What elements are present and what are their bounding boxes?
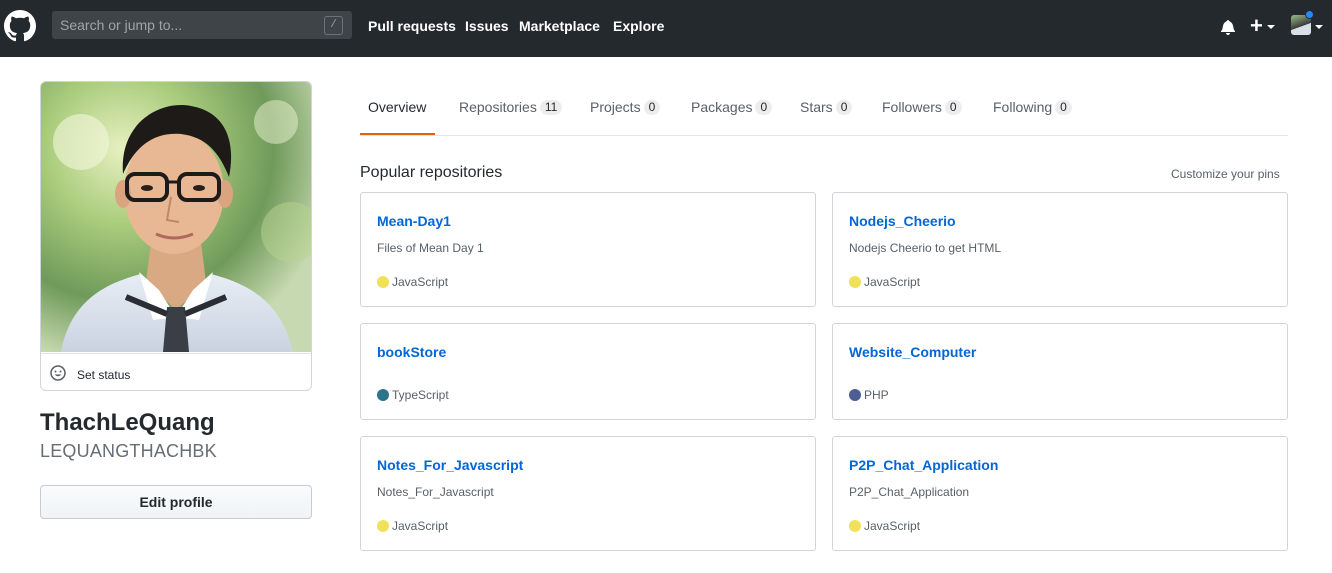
tab-projects[interactable]: Projects 0 xyxy=(582,80,668,135)
repo-card: Notes_For_Javascript Notes_For_Javascrip… xyxy=(360,436,816,551)
top-header: / Pull requests Issues Marketplace Explo… xyxy=(0,0,1332,57)
nav-issues[interactable]: Issues xyxy=(465,18,509,34)
search-input[interactable] xyxy=(52,11,322,39)
profile-avatar-card: Set status xyxy=(40,81,312,391)
tab-label: Followers xyxy=(882,99,942,115)
language-color-dot xyxy=(377,389,389,401)
repo-card: Website_Computer PHP xyxy=(832,323,1288,420)
language-color-dot xyxy=(377,276,389,288)
profile-tabs: Overview Repositories 11 Projects 0 Packag… xyxy=(360,80,1288,136)
repo-description: Files of Mean Day 1 xyxy=(377,241,484,255)
tab-label: Packages xyxy=(691,99,753,115)
profile-fullname: ThachLeQuang xyxy=(40,409,215,436)
tab-packages[interactable]: Packages 0 xyxy=(683,80,780,135)
search-box xyxy=(52,11,352,39)
repo-card: Mean-Day1 Files of Mean Day 1 JavaScript xyxy=(360,192,816,307)
tab-label: Overview xyxy=(368,99,427,115)
language-color-dot xyxy=(849,389,861,401)
tab-counter: 0 xyxy=(835,100,853,115)
repo-description: Notes_For_Javascript xyxy=(377,485,494,499)
search-shortcut-key: / xyxy=(324,16,343,35)
repo-link[interactable]: Website_Computer xyxy=(849,344,976,361)
tab-following[interactable]: Following 0 xyxy=(985,80,1080,135)
repo-language: JavaScript xyxy=(864,275,921,289)
repo-language: TypeScript xyxy=(392,388,449,402)
avatar-caret-icon xyxy=(1315,25,1323,29)
nav-explore[interactable]: Explore xyxy=(613,18,664,34)
profile-username: LEQUANGTHACHBK xyxy=(40,441,217,461)
repo-language: JavaScript xyxy=(864,519,921,533)
repo-description: P2P_Chat_Application xyxy=(849,485,970,499)
create-caret-icon xyxy=(1267,25,1275,29)
repo-language: JavaScript xyxy=(392,275,449,289)
customize-pins-link[interactable]: Customize your pins xyxy=(1171,167,1280,182)
tab-label: Following xyxy=(993,99,1053,115)
tab-counter: 0 xyxy=(944,100,962,115)
tab-counter: 0 xyxy=(755,100,773,115)
set-status-button[interactable]: Set status xyxy=(41,353,311,390)
nav-marketplace[interactable]: Marketplace xyxy=(519,18,600,34)
repo-language: PHP xyxy=(864,388,889,402)
repo-link[interactable]: Notes_For_Javascript xyxy=(377,457,523,474)
notification-dot-icon xyxy=(1305,10,1314,19)
github-logo-icon[interactable] xyxy=(4,10,36,42)
edit-profile-button[interactable]: Edit profile xyxy=(40,485,312,519)
tab-repositories[interactable]: Repositories 11 xyxy=(451,80,570,135)
repo-card: bookStore TypeScript xyxy=(360,323,816,420)
repo-language: JavaScript xyxy=(392,519,449,533)
tab-counter: 0 xyxy=(1055,100,1072,115)
repo-card: Nodejs_Cheerio Nodejs Cheerio to get HTM… xyxy=(832,192,1288,307)
repo-link[interactable]: bookStore xyxy=(377,344,446,361)
repo-link[interactable]: Nodejs_Cheerio xyxy=(849,213,956,230)
language-color-dot xyxy=(377,520,389,532)
tab-followers[interactable]: Followers 0 xyxy=(874,80,970,135)
create-new-button[interactable]: + xyxy=(1250,15,1263,37)
profile-avatar[interactable] xyxy=(41,82,311,352)
tab-counter: 0 xyxy=(643,100,661,115)
language-color-dot xyxy=(849,520,861,532)
popular-repositories-title: Popular repositories xyxy=(360,164,503,181)
language-color-dot xyxy=(849,276,861,288)
tab-label: Stars xyxy=(800,99,833,115)
repo-link[interactable]: Mean-Day1 xyxy=(377,213,451,230)
repo-card: P2P_Chat_Application P2P_Chat_Applicatio… xyxy=(832,436,1288,551)
nav-pull-requests[interactable]: Pull requests xyxy=(368,18,456,34)
tab-stars[interactable]: Stars 0 xyxy=(792,80,860,135)
bell-icon[interactable] xyxy=(1220,19,1236,35)
tab-overview[interactable]: Overview xyxy=(360,80,435,135)
repo-link[interactable]: P2P_Chat_Application xyxy=(849,457,998,474)
tab-label: Projects xyxy=(590,99,641,115)
set-status-label: Set status xyxy=(77,368,131,382)
repo-description: Nodejs Cheerio to get HTML xyxy=(849,241,1002,255)
tab-counter: 11 xyxy=(539,100,563,115)
tab-label: Repositories xyxy=(459,99,537,115)
smiley-icon xyxy=(50,365,66,381)
